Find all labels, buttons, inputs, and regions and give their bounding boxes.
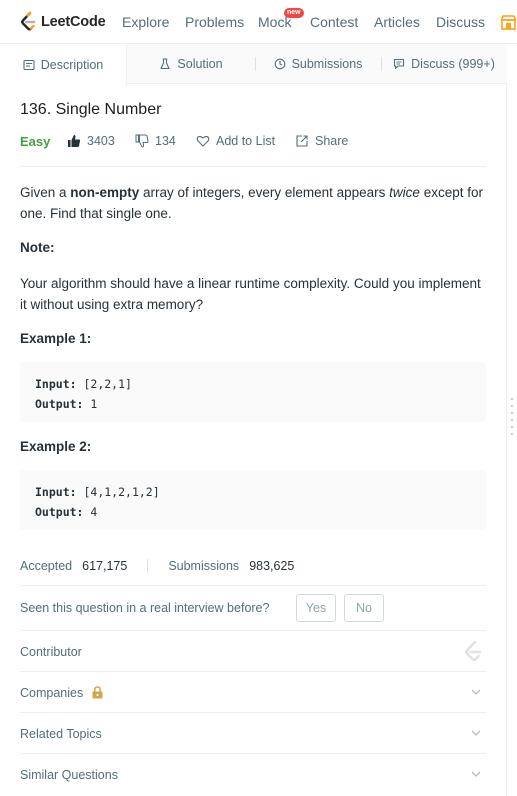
note-text: Your algorithm should have a linear runt… — [20, 276, 481, 312]
top-navbar: LeetCode Explore Problems Mock new Conte… — [0, 0, 517, 44]
input-value: [4,1,2,1,2] — [83, 485, 160, 499]
tab-solution-label: Solution — [177, 57, 223, 71]
like-count: 3403 — [87, 134, 115, 148]
add-to-list-label: Add to List — [216, 134, 276, 148]
related-topics-label: Related Topics — [20, 726, 102, 741]
panel-border — [506, 84, 507, 796]
example-code-block: Input: [4,1,2,1,2] Output: 4 — [20, 470, 486, 530]
nav-discuss[interactable]: Discuss — [436, 14, 485, 30]
like-button[interactable]: 3403 — [67, 134, 115, 148]
accepted-label: Accepted — [20, 559, 73, 573]
desc-italic: twice — [389, 185, 420, 200]
share-label: Share — [315, 134, 349, 148]
similar-questions-row[interactable]: Similar Questions — [20, 754, 486, 795]
no-button[interactable]: No — [344, 594, 384, 622]
tab-solution[interactable]: Solution — [127, 44, 255, 84]
stats-divider — [147, 559, 149, 573]
resize-handle[interactable] — [509, 398, 515, 442]
description-icon — [23, 59, 35, 70]
yes-button[interactable]: Yes — [296, 594, 336, 622]
nav-articles[interactable]: Articles — [374, 14, 420, 30]
example-heading: Example 1: — [20, 331, 92, 346]
nav-explore[interactable]: Explore — [122, 14, 169, 30]
share-button[interactable]: Share — [295, 134, 348, 148]
contributor-label: Contributor — [20, 644, 82, 659]
output-label: Output: — [35, 397, 84, 411]
tab-discuss-label: Discuss (999+) — [411, 57, 495, 71]
input-value: [2,2,1] — [83, 377, 132, 391]
output-value: 4 — [90, 505, 98, 519]
thumbs-down-icon — [135, 134, 149, 148]
tab-description-label: Description — [40, 57, 104, 72]
new-badge: new — [284, 8, 304, 18]
contributor-row[interactable]: Contributor — [20, 631, 486, 672]
problem-title: 136. Single Number — [20, 101, 162, 118]
tab-discuss[interactable]: Discuss (999+) — [381, 44, 507, 84]
input-label: Input: — [35, 377, 77, 391]
interview-question: Seen this question in a real interview b… — [20, 601, 270, 615]
dislike-button[interactable]: 134 — [135, 134, 176, 148]
similar-questions-label: Similar Questions — [20, 767, 118, 782]
logo-text: LeetCode — [41, 13, 106, 30]
chevron-down-icon — [471, 689, 481, 695]
leetcode-logo-icon — [21, 11, 36, 31]
divider — [20, 585, 486, 586]
example-code-block: Input: [2,2,1] Output: 1 — [20, 362, 486, 422]
input-label: Input: — [35, 485, 77, 499]
submissions-count: 983,625 — [249, 559, 295, 573]
note-heading: Note: — [20, 240, 55, 255]
thumbs-up-icon — [68, 135, 81, 147]
problem-tabs: Description Solution Submissions Discuss… — [0, 44, 507, 85]
share-icon — [296, 135, 308, 147]
clock-icon — [274, 58, 285, 70]
store-icon[interactable] — [500, 14, 517, 31]
accepted-count: 617,175 — [82, 559, 128, 573]
desc-text: Given a — [20, 185, 71, 200]
tab-submissions[interactable]: Submissions — [255, 44, 381, 84]
companies-label: Companies — [20, 685, 84, 700]
related-topics-row[interactable]: Related Topics — [20, 713, 486, 754]
nav-contest[interactable]: Contest — [310, 14, 358, 30]
heart-icon — [196, 135, 210, 147]
difficulty-badge: Easy — [20, 134, 51, 149]
contributor-avatar-icon — [465, 640, 482, 661]
add-to-list-button[interactable]: Add to List — [196, 134, 275, 148]
companies-row[interactable]: Companies — [20, 672, 486, 713]
leetcode-logo[interactable]: LeetCode — [19, 11, 106, 32]
problem-meta: Easy 3403 134 Add to List Share — [20, 134, 486, 152]
submissions-label: Submissions — [168, 559, 240, 573]
chevron-down-icon — [471, 730, 481, 736]
nav-problems[interactable]: Problems — [185, 14, 244, 30]
desc-text: array of integers, every element appears — [139, 185, 390, 200]
chevron-down-icon — [471, 771, 481, 777]
divider — [20, 166, 486, 167]
lock-icon — [92, 686, 103, 699]
tab-submissions-label: Submissions — [291, 57, 363, 71]
problem-stats: Accepted 617,175 Submissions 983,625 — [20, 558, 294, 574]
problem-description: Given a non-empty array of integers, eve… — [20, 182, 486, 224]
comment-icon — [394, 58, 405, 70]
dislike-count: 134 — [155, 134, 176, 148]
output-value: 1 — [90, 397, 98, 411]
flask-icon — [160, 58, 170, 70]
tab-description[interactable]: Description — [0, 44, 127, 85]
example-heading: Example 2: — [20, 439, 92, 454]
output-label: Output: — [35, 505, 84, 519]
desc-bold: non-empty — [70, 185, 140, 200]
